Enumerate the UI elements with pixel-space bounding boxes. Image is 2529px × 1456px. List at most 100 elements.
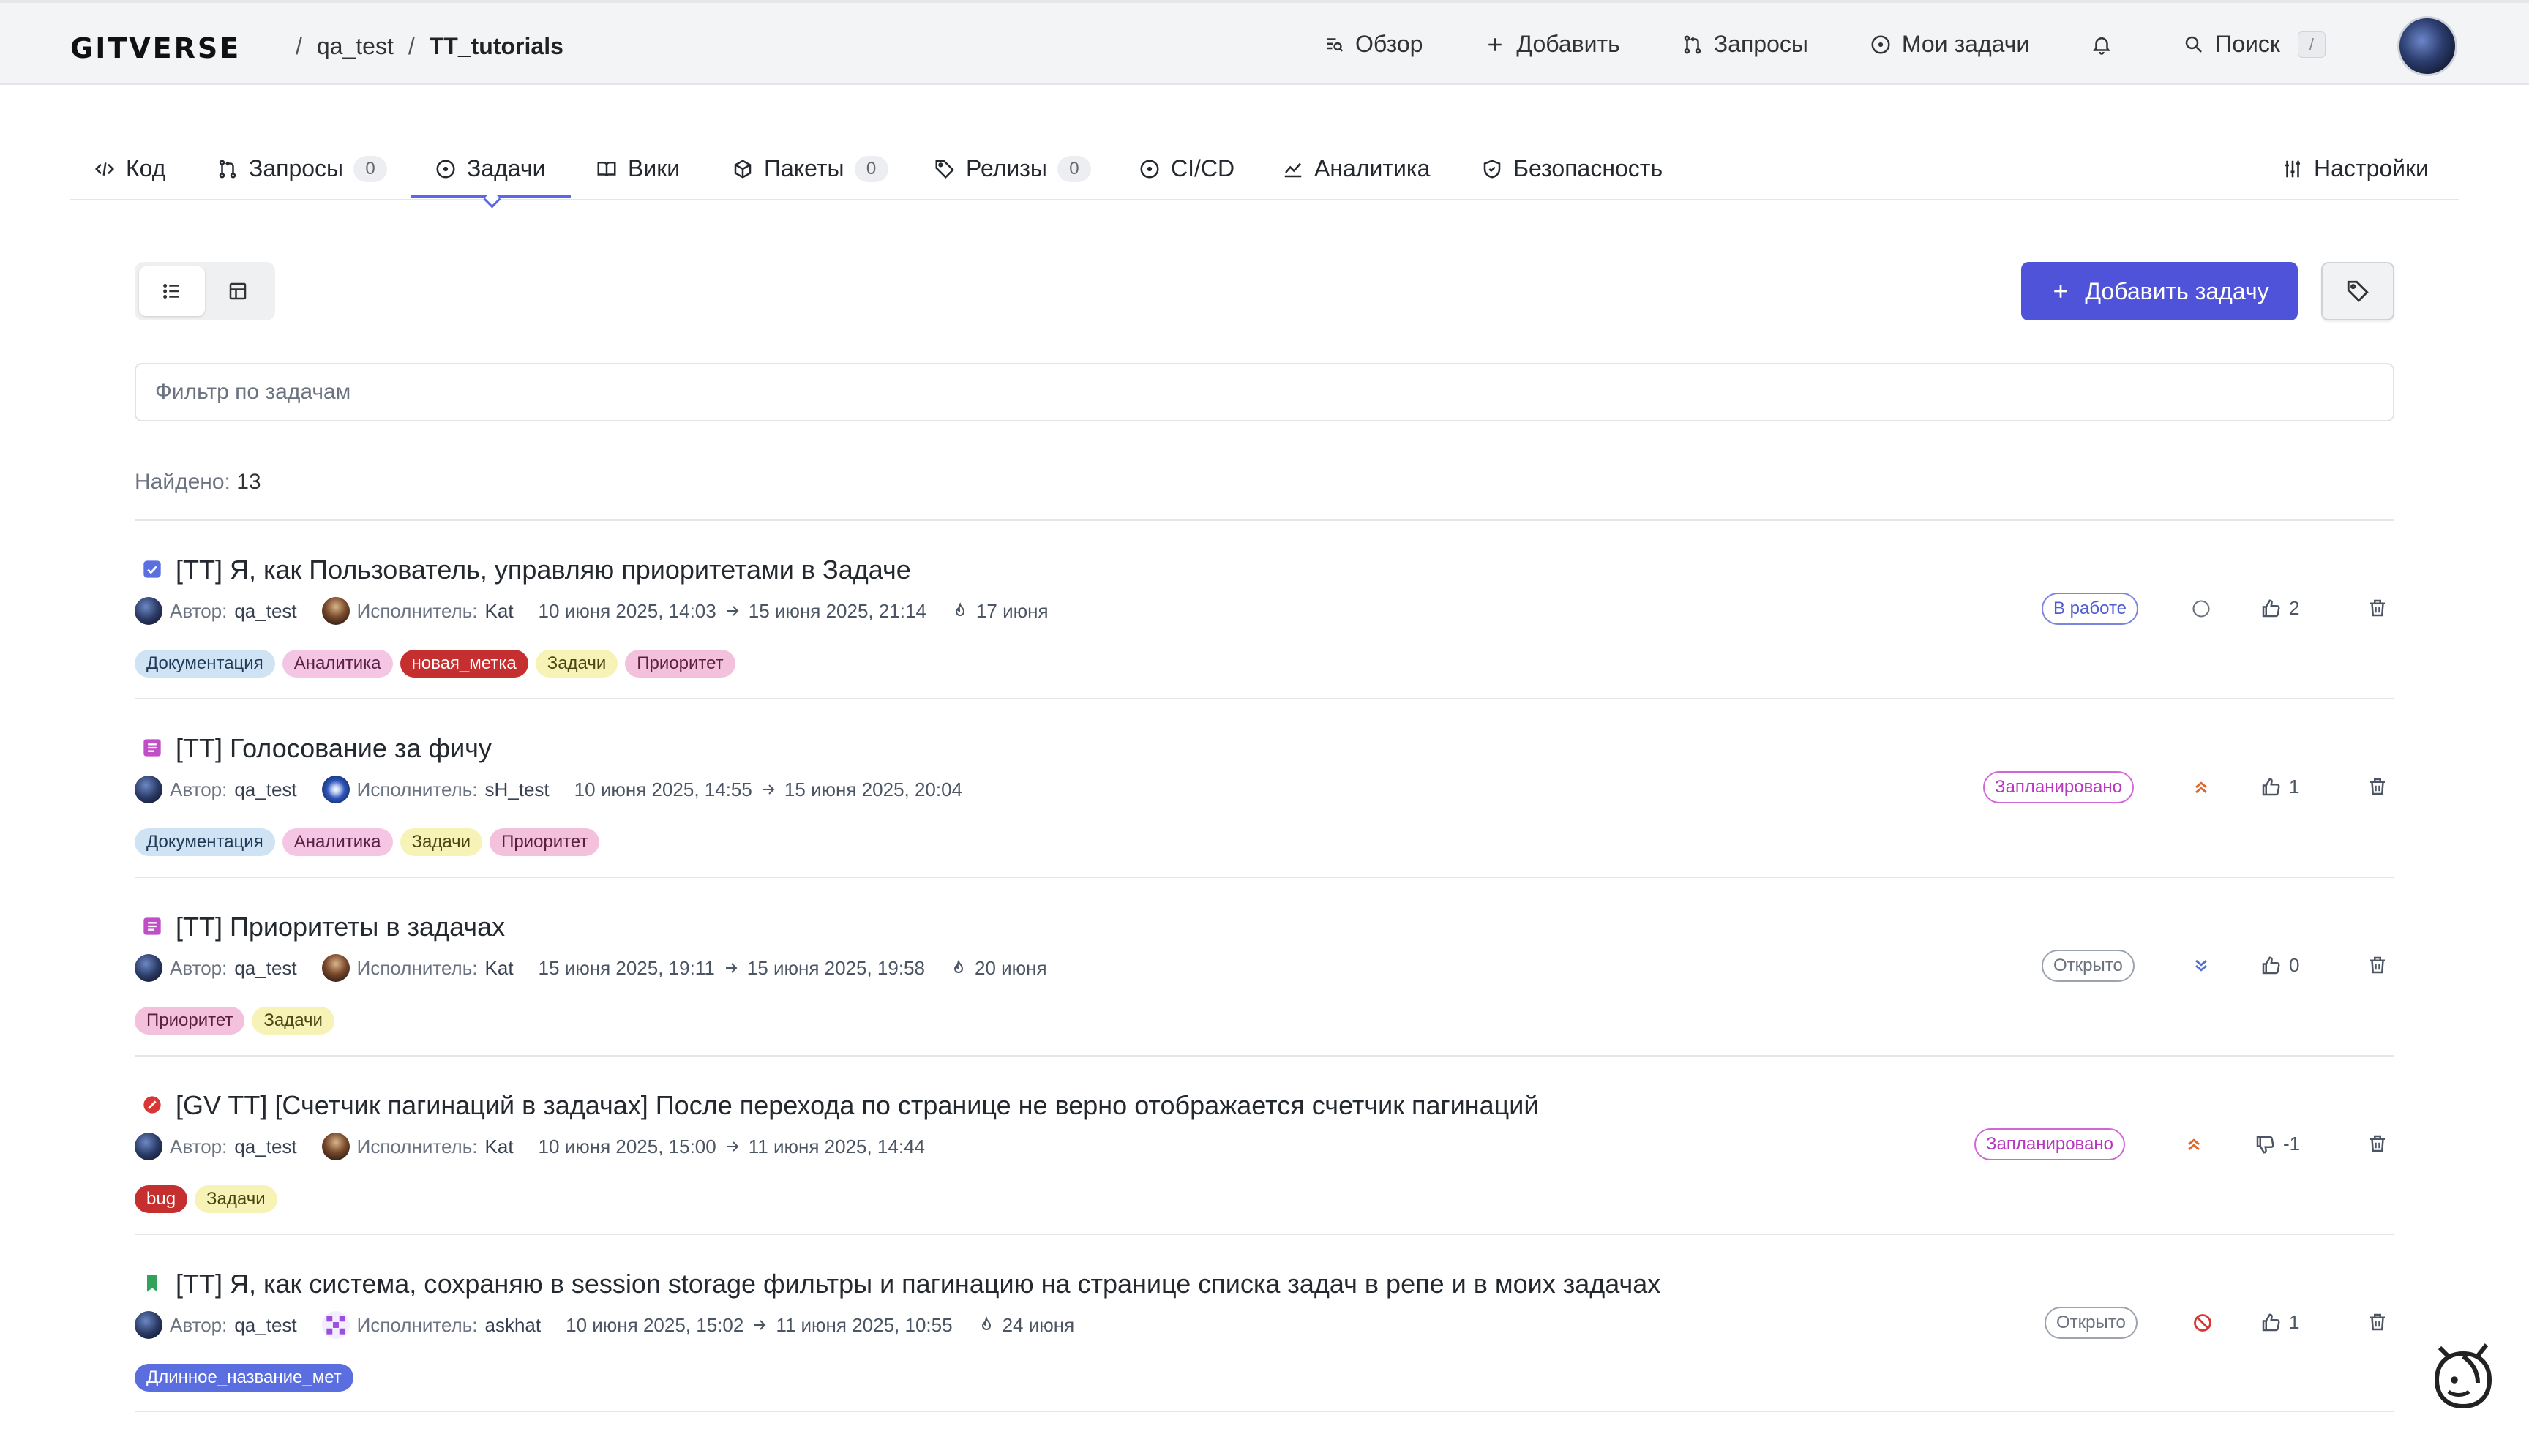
votes[interactable]: 0 — [2260, 954, 2299, 977]
nav-overview[interactable]: Обзор — [1323, 31, 1423, 58]
votes[interactable]: -1 — [2254, 1133, 2300, 1155]
issue-title[interactable]: [TT] Я, как Пользователь, управляю приор… — [176, 555, 911, 585]
tab-analytics[interactable]: Аналитика — [1282, 155, 1430, 182]
author-name[interactable]: qa_test — [234, 957, 296, 980]
list-view-button[interactable] — [139, 266, 205, 316]
label-tag[interactable]: Задачи — [400, 828, 483, 856]
nav-my-tasks-label: Мои задачи — [1901, 31, 2030, 57]
circle-empty-icon[interactable] — [2191, 598, 2211, 619]
trash-icon[interactable] — [2367, 597, 2388, 619]
priority-high-icon[interactable] — [2184, 1134, 2204, 1155]
tab-wiki[interactable]: Вики — [596, 155, 680, 182]
nav-add[interactable]: Добавить — [1484, 31, 1620, 58]
votes[interactable]: 1 — [2260, 1311, 2299, 1334]
label-tag[interactable]: Приоритет — [135, 1007, 245, 1035]
assignee-name[interactable]: askhat — [485, 1314, 542, 1337]
issue-title[interactable]: [TT] Приоритеты в задачах — [176, 912, 505, 942]
priority-high-icon[interactable] — [2191, 777, 2211, 798]
add-issue-button[interactable]: Добавить задачу — [2021, 262, 2298, 320]
assignee-name[interactable]: Kat — [485, 957, 514, 980]
assignee-name[interactable]: Kat — [485, 1136, 514, 1158]
issue-title[interactable]: [GV TT] [Счетчик пагинаций в задачах] По… — [176, 1090, 1539, 1121]
trash-icon[interactable] — [2367, 954, 2388, 976]
label-tag[interactable]: Аналитика — [282, 650, 393, 678]
bookmark-icon — [147, 1275, 157, 1292]
status-badge[interactable]: Запланировано — [1974, 1128, 2125, 1160]
label-tag[interactable]: Документация — [135, 828, 275, 856]
issue-meta: Автор: qa_test Исполнитель: Kat 10 июня … — [135, 1133, 925, 1160]
cicd-icon — [1140, 160, 1159, 178]
nav-my-tasks[interactable]: Мои задачи — [1870, 31, 2029, 58]
thumbs-up-icon — [2262, 598, 2280, 617]
label-tag[interactable]: Приоритет — [490, 828, 600, 856]
tab-packages[interactable]: Пакеты 0 — [732, 155, 888, 182]
author-avatar — [135, 597, 162, 625]
tab-security-label: Безопасность — [1513, 155, 1663, 181]
author-name[interactable]: qa_test — [234, 778, 296, 801]
author-name[interactable]: qa_test — [234, 600, 296, 623]
breadcrumb-repo[interactable]: TT_tutorials — [430, 33, 563, 60]
author-name[interactable]: qa_test — [234, 1136, 296, 1158]
trash-icon[interactable] — [2367, 776, 2388, 798]
label-tag[interactable]: Задачи — [252, 1007, 334, 1035]
status-badge[interactable]: В работе — [2042, 593, 2139, 625]
assignee-name[interactable]: sH_test — [485, 778, 550, 801]
nav-search[interactable]: Поиск / — [2183, 31, 2326, 58]
gitverse-logo[interactable]: GITVERSE — [70, 32, 241, 64]
label-tag[interactable]: Задачи — [535, 650, 618, 678]
support-mascot-icon[interactable] — [2428, 1336, 2498, 1412]
tab-requests[interactable]: Запросы 0 — [217, 155, 388, 182]
votes-count: -1 — [2283, 1133, 2301, 1155]
tab-settings[interactable]: Настройки — [2282, 155, 2429, 182]
pull-request-icon — [219, 160, 236, 178]
author-label: Автор: — [170, 956, 228, 979]
assignee-name[interactable]: Kat — [485, 600, 514, 623]
tab-cicd[interactable]: CI/CD — [1139, 155, 1234, 182]
status-badge[interactable]: Открыто — [2042, 950, 2135, 982]
priority-low-icon[interactable] — [2191, 956, 2211, 976]
issue-filter-input[interactable] — [135, 363, 2394, 421]
priority-blocked-icon[interactable] — [2192, 1313, 2213, 1333]
updated-date: 15 июня 2025, 19:58 — [746, 956, 925, 979]
issue-title[interactable]: [TT] Голосование за фичу — [176, 733, 492, 764]
board-view-button[interactable] — [205, 266, 271, 316]
tab-security[interactable]: Безопасность — [1481, 155, 1663, 182]
label-tag[interactable]: Документация — [135, 650, 275, 678]
labels-button[interactable] — [2321, 262, 2394, 320]
trash-icon[interactable] — [2367, 1311, 2388, 1333]
assignee-avatar — [321, 1133, 350, 1160]
search-shortcut-key: / — [2297, 31, 2326, 58]
label-tag[interactable]: bug — [135, 1185, 188, 1213]
label-tag[interactable]: Приоритет — [625, 650, 735, 678]
tag-icon — [935, 160, 955, 179]
label-tag[interactable]: Аналитика — [282, 828, 393, 856]
nav-requests[interactable]: Запросы — [1682, 31, 1808, 58]
tab-wiki-label: Вики — [628, 155, 681, 181]
issue-tags: Документация Аналитика новая_метка Задачи Пр… — [135, 650, 735, 678]
trash-icon[interactable] — [2367, 1133, 2388, 1155]
tab-releases[interactable]: Релизы 0 — [934, 155, 1091, 182]
notifications-button[interactable] — [2091, 34, 2113, 56]
author-name[interactable]: qa_test — [234, 1314, 296, 1337]
label-tag[interactable]: новая_метка — [400, 650, 528, 678]
nav-overview-label: Обзор — [1355, 31, 1423, 57]
tab-issues[interactable]: Задачи — [435, 155, 545, 182]
issue-meta: Автор: qa_test Исполнитель: Kat 10 июня … — [135, 597, 1049, 625]
label-tag[interactable]: Длинное_название_мет — [135, 1364, 353, 1392]
user-avatar[interactable] — [2397, 16, 2457, 76]
votes[interactable]: 1 — [2260, 776, 2299, 798]
status-badge[interactable]: Запланировано — [1983, 771, 2134, 803]
created-date: 10 июня 2025, 14:03 — [538, 599, 716, 622]
issue-meta: Автор: qa_test Исполнитель: askhat 10 ию… — [135, 1311, 1074, 1339]
label-tag[interactable]: Задачи — [195, 1185, 277, 1213]
breadcrumb-owner[interactable]: qa_test — [317, 33, 394, 60]
issue-title[interactable]: [TT] Я, как система, сохраняю в session … — [176, 1269, 1660, 1299]
votes[interactable]: 2 — [2260, 597, 2299, 620]
tab-code[interactable]: Код — [94, 155, 165, 182]
tab-releases-label: Релизы — [966, 155, 1047, 181]
assignee-label: Исполнитель: — [356, 1135, 478, 1157]
arrow-right-icon — [727, 606, 739, 616]
author-avatar — [135, 776, 162, 803]
status-badge[interactable]: Открыто — [2045, 1307, 2138, 1339]
due-date: 20 июня — [950, 957, 1047, 980]
